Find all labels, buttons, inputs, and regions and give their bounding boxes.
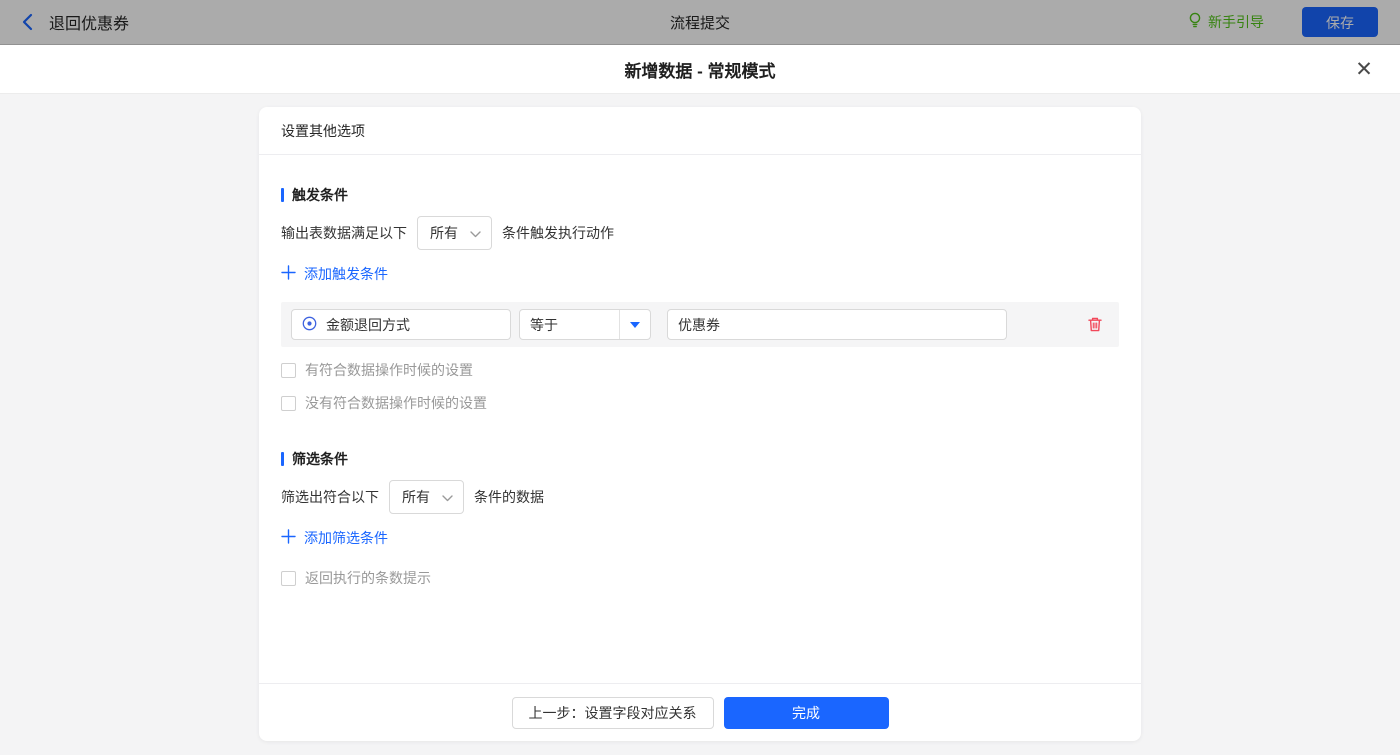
trigger-section-label: 触发条件 [292, 185, 348, 205]
beginner-guide-label: 新手引导 [1208, 12, 1264, 32]
plus-icon [281, 529, 296, 547]
lightbulb-icon [1188, 12, 1202, 32]
section-accent-bar [281, 452, 284, 466]
filter-match-select[interactable]: 所有 [389, 480, 464, 514]
filter-match-select-value: 所有 [402, 487, 430, 507]
add-trigger-condition-link[interactable]: 添加触发条件 [281, 264, 388, 284]
trigger-section-title: 触发条件 [281, 185, 1119, 205]
trigger-sentence-suffix: 条件触发执行动作 [502, 223, 614, 243]
chevron-down-icon [470, 225, 481, 241]
filter-match-sentence: 筛选出符合以下 所有 条件的数据 [281, 480, 1119, 514]
checkbox-icon [281, 396, 296, 411]
radio-field-icon [302, 316, 317, 334]
trigger-condition-row: 金额退回方式 等于 [281, 302, 1119, 347]
topbar: 退回优惠券 流程提交 新手引导 保存 [0, 0, 1400, 45]
add-trigger-condition-label: 添加触发条件 [304, 264, 388, 284]
filter-section-title: 筛选条件 [281, 449, 1119, 469]
previous-step-button[interactable]: 上一步：设置字段对应关系 [512, 697, 714, 729]
trigger-match-select[interactable]: 所有 [417, 216, 492, 250]
filter-section-label: 筛选条件 [292, 449, 348, 469]
condition-operator-select[interactable]: 等于 [519, 309, 651, 340]
add-filter-condition-label: 添加筛选条件 [304, 528, 388, 548]
condition-field-value: 金额退回方式 [326, 315, 410, 335]
checkbox-label: 有符合数据操作时候的设置 [305, 360, 473, 380]
filter-sentence-prefix: 筛选出符合以下 [281, 487, 379, 507]
trigger-sentence-prefix: 输出表数据满足以下 [281, 223, 407, 243]
modal-header: 新增数据 - 常规模式 ✕ [0, 45, 1400, 94]
checkbox-label: 没有符合数据操作时候的设置 [305, 393, 487, 413]
modal-title: 新增数据 - 常规模式 [624, 57, 775, 82]
condition-value-input[interactable] [667, 309, 1007, 340]
checkbox-return-count-tip[interactable]: 返回执行的条数提示 [281, 568, 1119, 588]
options-card: 设置其他选项 触发条件 输出表数据满足以下 所有 条件触发执行动作 [259, 107, 1141, 741]
chevron-down-icon [442, 489, 453, 505]
checkbox-has-matching-data[interactable]: 有符合数据操作时候的设置 [281, 360, 1119, 380]
card-footer: 上一步：设置字段对应关系 完成 [259, 683, 1141, 741]
plus-icon [281, 265, 296, 283]
condition-field-select[interactable]: 金额退回方式 [291, 309, 511, 340]
save-button[interactable]: 保存 [1302, 7, 1378, 37]
trash-icon [1087, 316, 1103, 333]
checkbox-label: 返回执行的条数提示 [305, 568, 431, 588]
close-icon[interactable]: ✕ [1352, 58, 1376, 82]
condition-operator-value: 等于 [520, 310, 619, 339]
caret-down-icon [619, 310, 650, 339]
card-title: 设置其他选项 [259, 107, 1141, 155]
trigger-match-sentence: 输出表数据满足以下 所有 条件触发执行动作 [281, 216, 1119, 250]
section-accent-bar [281, 188, 284, 202]
done-button[interactable]: 完成 [724, 697, 889, 729]
checkbox-icon [281, 363, 296, 378]
add-filter-condition-link[interactable]: 添加筛选条件 [281, 528, 388, 548]
modal-body: 设置其他选项 触发条件 输出表数据满足以下 所有 条件触发执行动作 [0, 94, 1400, 755]
beginner-guide-button[interactable]: 新手引导 [1188, 12, 1264, 32]
card-body: 触发条件 输出表数据满足以下 所有 条件触发执行动作 添加触发条件 [259, 155, 1141, 683]
checkbox-icon [281, 571, 296, 586]
checkbox-no-matching-data[interactable]: 没有符合数据操作时候的设置 [281, 393, 1119, 413]
filter-sentence-suffix: 条件的数据 [474, 487, 544, 507]
delete-condition-button[interactable] [1087, 316, 1103, 333]
trigger-match-select-value: 所有 [430, 223, 458, 243]
